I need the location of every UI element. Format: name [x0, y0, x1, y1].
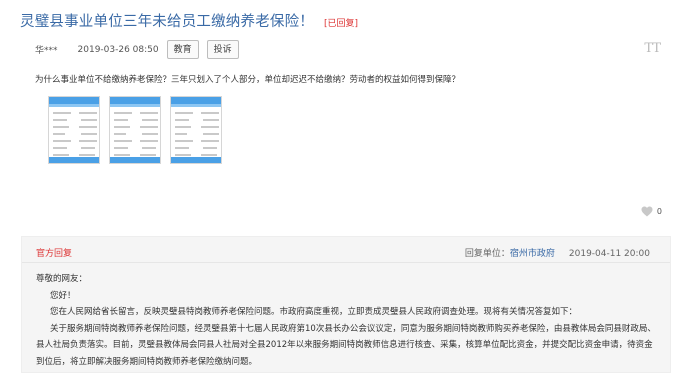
like-button[interactable]: 0	[641, 206, 662, 217]
post-title: 灵璧县事业单位三年未给员工缴纳养老保险！	[20, 14, 314, 30]
reply-body: 尊敬的网友： 您好！ 您在人民网给省长留言，反映灵璧县特岗教师养老保险问题。市政…	[36, 271, 661, 370]
reply-content: 关于服务期间特岗教师养老保险问题，经灵璧县第十七届人民政府第10次县长办公会议议…	[36, 323, 656, 367]
attachment-thumbnail[interactable]	[109, 96, 161, 164]
tag-education-button[interactable]: 教育	[166, 40, 199, 59]
reply-status-badge: [已回复]	[324, 19, 359, 29]
attachment-thumbnail[interactable]	[170, 96, 222, 164]
reply-unit-prefix: 回复单位：	[464, 249, 510, 259]
post-title-row: 灵璧县事业单位三年未给员工缴纳养老保险！ [已回复]	[20, 10, 358, 31]
tag-complaint-button[interactable]: 投诉	[206, 40, 239, 59]
like-count: 0	[656, 207, 662, 216]
reply-salutation: 尊敬的网友：	[36, 274, 88, 284]
post-date: 2019-03-26 08:50	[77, 44, 159, 55]
official-reply-label: 官方回复	[36, 249, 73, 259]
attachment-images	[48, 96, 222, 164]
post-author: 华***	[35, 46, 58, 56]
attachment-thumbnail[interactable]	[48, 96, 100, 164]
reply-header: 官方回复 回复单位：宿州市政府 2019-04-11 20:00	[22, 237, 670, 263]
heart-icon	[641, 206, 653, 217]
reply-date: 2019-04-11 20:00	[568, 249, 650, 259]
reply-intro: 您在人民网给省长留言，反映灵璧县特岗教师养老保险问题。市政府高度重视，立即责成灵…	[50, 307, 578, 317]
reply-unit-name[interactable]: 宿州市政府	[510, 249, 555, 259]
watermark-logo-icon: TT	[644, 41, 661, 56]
post-question: 为什么事业单位不给缴纳养老保险？三年只划入了个人部分，单位却迟迟不给缴纳？劳动者…	[35, 75, 461, 85]
reply-unit-info: 回复单位：宿州市政府 2019-04-11 20:00	[465, 246, 650, 259]
reply-greeting: 您好！	[50, 290, 76, 301]
official-reply: 官方回复 回复单位：宿州市政府 2019-04-11 20:00 尊敬的网友： 您…	[21, 236, 671, 373]
post-meta: 华*** 2019-03-26 08:50 教育 投诉	[35, 40, 239, 59]
